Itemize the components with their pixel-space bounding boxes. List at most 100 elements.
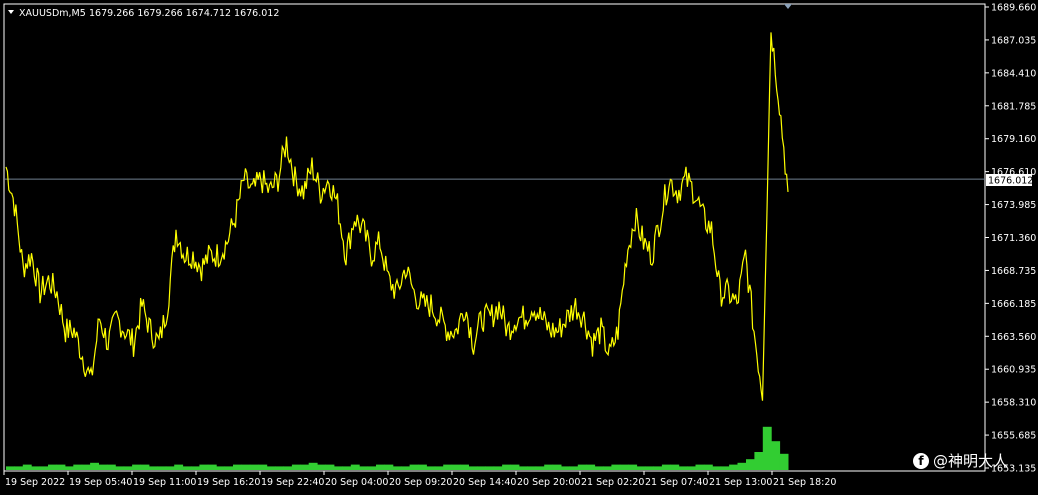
volume-bar [14, 466, 24, 470]
volume-bar [392, 466, 402, 470]
x-tick-label: 19 Sep 05:40 [69, 477, 132, 488]
plot-frame [3, 3, 986, 472]
triangle-down-icon[interactable] [8, 10, 14, 14]
volume-bar [6, 466, 15, 470]
volume-bar [502, 464, 511, 470]
volume-bar [333, 466, 343, 470]
y-tick-label: 1663.560 [991, 332, 1036, 343]
price-line [5, 32, 789, 401]
volume-bar [603, 466, 612, 470]
volume-bar [636, 466, 646, 470]
watermark-text: @神明大人 [933, 452, 1009, 470]
volume-bar [376, 464, 385, 470]
y-tick-label: 1673.985 [991, 200, 1036, 211]
volume-bar [443, 464, 453, 470]
x-tick-label: 20 Sep 20:00 [517, 477, 580, 488]
volume-bar [98, 464, 108, 470]
volume-bar [729, 464, 738, 470]
chart-shift-marker-icon[interactable] [784, 4, 792, 9]
volume-bar [22, 464, 32, 470]
volume-bar [762, 426, 772, 470]
volume-bar [359, 466, 369, 470]
volume-bar [81, 464, 91, 470]
ohlc-readout: 1679.266 1679.266 1674.712 1676.012 [89, 8, 279, 19]
volume-bar [123, 466, 133, 470]
volume-bar [266, 466, 276, 470]
volume-bar [552, 464, 562, 470]
volume-bar [746, 459, 755, 470]
volume-bar [577, 464, 587, 470]
volume-bar [779, 453, 789, 470]
volume-bar [628, 464, 638, 470]
volume-bar [216, 466, 226, 470]
volume-bar [174, 464, 184, 470]
volume-histogram [6, 426, 789, 470]
volume-bar [544, 464, 554, 470]
volume-bar [611, 464, 621, 470]
watermark: f @神明大人 [913, 450, 1008, 471]
y-tick-label: 1666.185 [991, 299, 1036, 310]
x-tick-label: 19 Sep 16:20 [197, 477, 260, 488]
y-axis: 1689.660 1687.035 1684.410 1681.785 1679.160… [985, 3, 1036, 475]
volume-bar [586, 464, 596, 470]
volume-bar [687, 466, 696, 470]
volume-bar [569, 466, 579, 470]
volume-bar [561, 466, 570, 470]
volume-bar [56, 464, 66, 470]
volume-bar [165, 466, 175, 470]
x-tick-label: 19 Sep 11:00 [133, 477, 196, 488]
x-tick-label: 20 Sep 04:00 [325, 477, 388, 488]
y-tick-label: 1658.310 [991, 398, 1036, 409]
volume-bar [476, 466, 486, 470]
volume-bar [401, 466, 411, 470]
volume-bar [418, 464, 427, 470]
volume-bar [754, 452, 764, 470]
y-tick-label: 1684.410 [991, 68, 1036, 79]
volume-bar [317, 464, 326, 470]
volume-bar [39, 466, 49, 470]
current-price-label: 1676.012 [988, 176, 1033, 187]
y-tick-label: 1687.035 [991, 35, 1036, 46]
x-tick-label: 21 Sep 13:00 [709, 477, 772, 488]
volume-bar [233, 464, 242, 470]
volume-bar [493, 466, 503, 470]
volume-bar [535, 466, 545, 470]
volume-bar [460, 464, 469, 470]
volume-bar [712, 466, 722, 470]
volume-bar [409, 464, 419, 470]
x-tick-label: 19 Sep 2022 [5, 477, 65, 488]
volume-bar [275, 466, 284, 470]
x-tick-label: 19 Sep 22:40 [261, 477, 324, 488]
volume-bar [191, 466, 200, 470]
volume-bar [594, 466, 604, 470]
y-tick-label: 1689.660 [991, 3, 1036, 14]
x-tick-label: 21 Sep 07:40 [645, 477, 708, 488]
volume-bar [426, 466, 436, 470]
volume-bar [678, 466, 688, 470]
volume-bar [132, 464, 141, 470]
volume-bar [670, 464, 680, 470]
volume-bar [73, 464, 83, 470]
volume-bar [468, 466, 478, 470]
volume-bar [703, 464, 713, 470]
volume-bar [31, 466, 41, 470]
volume-bar [241, 464, 251, 470]
x-tick-label: 20 Sep 14:40 [453, 477, 516, 488]
volume-bar [258, 464, 268, 470]
y-tick-label: 1679.160 [991, 134, 1036, 145]
volume-bar [350, 464, 360, 470]
price-chart[interactable]: XAUUSDm,M5 1679.266 1679.266 1674.712 16… [0, 0, 1038, 495]
volume-bar [64, 466, 74, 470]
volume-bar [325, 464, 335, 470]
x-tick-label: 21 Sep 18:20 [773, 477, 836, 488]
volume-bar [384, 464, 394, 470]
volume-bar [90, 462, 99, 470]
volume-bar [720, 466, 730, 470]
volume-bar [140, 464, 150, 470]
volume-bar [527, 466, 537, 470]
volume-bar [182, 466, 192, 470]
volume-bar [619, 464, 629, 470]
volume-bar [434, 466, 444, 470]
volume-bar [737, 462, 747, 470]
volume-bar [207, 464, 217, 470]
